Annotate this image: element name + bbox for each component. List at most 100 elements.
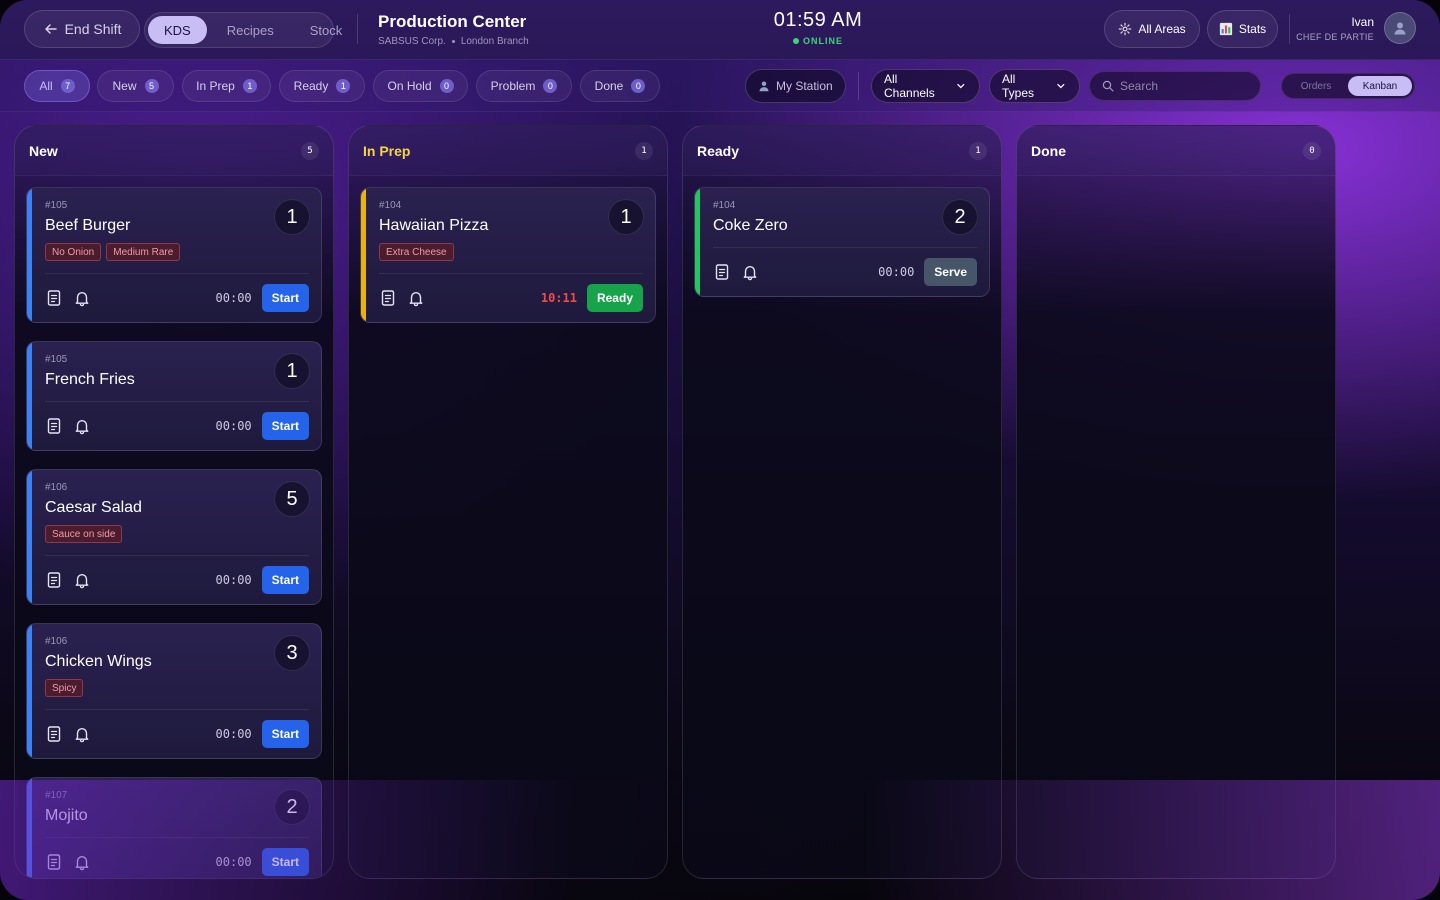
divider [357, 14, 358, 44]
order-card[interactable]: #104 Coke Zero 2 00:00 Serve [694, 187, 990, 297]
filter-chip-new[interactable]: New 5 [97, 70, 174, 102]
ticket-icon[interactable] [45, 725, 63, 743]
bell-icon[interactable] [73, 417, 91, 435]
order-card[interactable]: #106 Caesar Salad 5 Sauce on side 00:00 Start [26, 469, 322, 605]
card-footer: 00:00 Start [45, 273, 309, 312]
channels-dropdown[interactable]: All Channels [871, 69, 980, 103]
ticket-icon[interactable] [713, 263, 731, 281]
chip-label: Ready [293, 79, 329, 93]
order-number: #106 [45, 482, 68, 493]
clock-time: 01:59 AM [773, 9, 863, 31]
start-button[interactable]: Start [261, 284, 309, 312]
bell-icon[interactable] [73, 571, 91, 589]
filter-chip-done[interactable]: Done 0 [580, 70, 660, 102]
filter-chip-all[interactable]: All 7 [24, 70, 90, 102]
gear-icon [1119, 22, 1132, 36]
chip-count-badge: 0 [439, 79, 454, 93]
bell-icon[interactable] [73, 725, 91, 743]
ticket-icon[interactable] [45, 853, 63, 871]
item-timer: 00:00 [215, 727, 252, 741]
quantity-badge: 2 [274, 789, 310, 825]
item-timer: 00:00 [878, 265, 915, 279]
start-button[interactable]: Start [261, 566, 309, 594]
divider [858, 72, 859, 100]
mode-recipes[interactable]: Recipes [211, 16, 290, 44]
ready-button[interactable]: Ready [586, 284, 643, 312]
column-body: #104 Coke Zero 2 00:00 Serve [683, 176, 1001, 297]
order-number: #107 [45, 790, 68, 801]
start-button[interactable]: Start [261, 720, 309, 748]
item-name: Caesar Salad [45, 499, 142, 516]
column-header: New 5 [15, 126, 333, 176]
mode-switcher: KDS Recipes Stock [144, 12, 342, 48]
item-name: Mojito [45, 807, 88, 824]
stats-button[interactable]: Stats [1207, 10, 1278, 48]
app-window: End Shift KDS Recipes Stock Production C… [0, 0, 1440, 900]
end-shift-button[interactable]: End Shift [24, 10, 140, 48]
column-title: Done [1031, 142, 1066, 159]
serve-button[interactable]: Serve [924, 258, 977, 286]
search-icon [1102, 80, 1114, 92]
chip-count-badge: 7 [60, 79, 75, 93]
chip-label: Done [594, 79, 624, 93]
filter-chip-in-prep[interactable]: In Prep 1 [182, 70, 271, 102]
my-station-button[interactable]: My Station [745, 69, 846, 103]
ticket-icon[interactable] [45, 289, 63, 307]
mode-kds[interactable]: KDS [148, 16, 207, 44]
bell-icon[interactable] [741, 263, 759, 281]
status-stripe [27, 188, 32, 322]
card-footer: 00:00 Start [45, 709, 309, 748]
divider [1289, 14, 1290, 44]
view-kanban[interactable]: Kanban [1348, 76, 1412, 96]
ticket-icon[interactable] [45, 417, 63, 435]
bell-icon[interactable] [407, 289, 425, 307]
all-areas-label: All Areas [1138, 22, 1186, 36]
order-number: #105 [45, 200, 68, 211]
status-label: ONLINE [802, 36, 843, 46]
start-button[interactable]: Start [261, 412, 309, 440]
order-card[interactable]: #105 French Fries 1 00:00 Start [26, 341, 322, 451]
clock: 01:59 AM ONLINE [740, 9, 896, 46]
user-name: Ivan [1351, 14, 1374, 29]
modifier-list: Sauce on side [45, 525, 309, 543]
column-title: In Prep [363, 142, 411, 159]
top-header: End Shift KDS Recipes Stock Production C… [0, 0, 1440, 60]
filter-chip-ready[interactable]: Ready 1 [279, 70, 365, 102]
search-input[interactable] [1120, 79, 1250, 93]
chevron-down-icon [957, 83, 965, 89]
card-footer: 00:00 Start [45, 837, 309, 876]
chip-label: All [39, 79, 53, 93]
status-stripe [27, 470, 32, 604]
all-areas-button[interactable]: All Areas [1104, 10, 1200, 48]
view-switcher: Orders Kanban [1281, 73, 1415, 99]
column-count-badge: 0 [1303, 141, 1321, 160]
filter-chip-on-hold[interactable]: On Hold 0 [373, 70, 468, 102]
chip-label: In Prep [196, 79, 235, 93]
modifier-tag: No Onion [45, 243, 102, 261]
user-icon [759, 81, 769, 92]
ticket-icon[interactable] [45, 571, 63, 589]
avatar[interactable] [1384, 12, 1416, 44]
order-number: #106 [45, 636, 68, 647]
column-in-prep: In Prep 1 #104 Hawaiian Pizza 1 Extra Cheese 1… [348, 125, 668, 879]
view-orders[interactable]: Orders [1284, 76, 1348, 96]
bell-icon[interactable] [73, 853, 91, 871]
order-card[interactable]: #104 Hawaiian Pizza 1 Extra Cheese 10:11 Read… [360, 187, 656, 323]
modifier-list: Extra Cheese [379, 243, 643, 261]
modifier-tag: Medium Rare [106, 243, 181, 261]
filter-chip-problem[interactable]: Problem 0 [476, 70, 572, 102]
order-card[interactable]: #105 Beef Burger 1 No Onion Medium Rare 00:00… [26, 187, 322, 323]
connection-status: ONLINE [740, 36, 896, 46]
ticket-icon[interactable] [379, 289, 397, 307]
order-card[interactable]: #106 Chicken Wings 3 Spicy 00:00 Start [26, 623, 322, 759]
types-dropdown[interactable]: All Types [989, 69, 1080, 103]
modifier-tag: Sauce on side [45, 525, 123, 543]
start-button[interactable]: Start [261, 848, 309, 876]
dot-separator [451, 40, 455, 43]
mode-stock[interactable]: Stock [294, 16, 359, 44]
bell-icon[interactable] [73, 289, 91, 307]
user-profile[interactable]: Ivan CHEF DE PARTIE [1296, 12, 1416, 44]
order-card[interactable]: #107 Mojito 2 00:00 Start [26, 777, 322, 878]
item-timer: 00:00 [215, 419, 252, 433]
brand-block: Production Center SABSUS Corp. London Br… [378, 12, 529, 47]
